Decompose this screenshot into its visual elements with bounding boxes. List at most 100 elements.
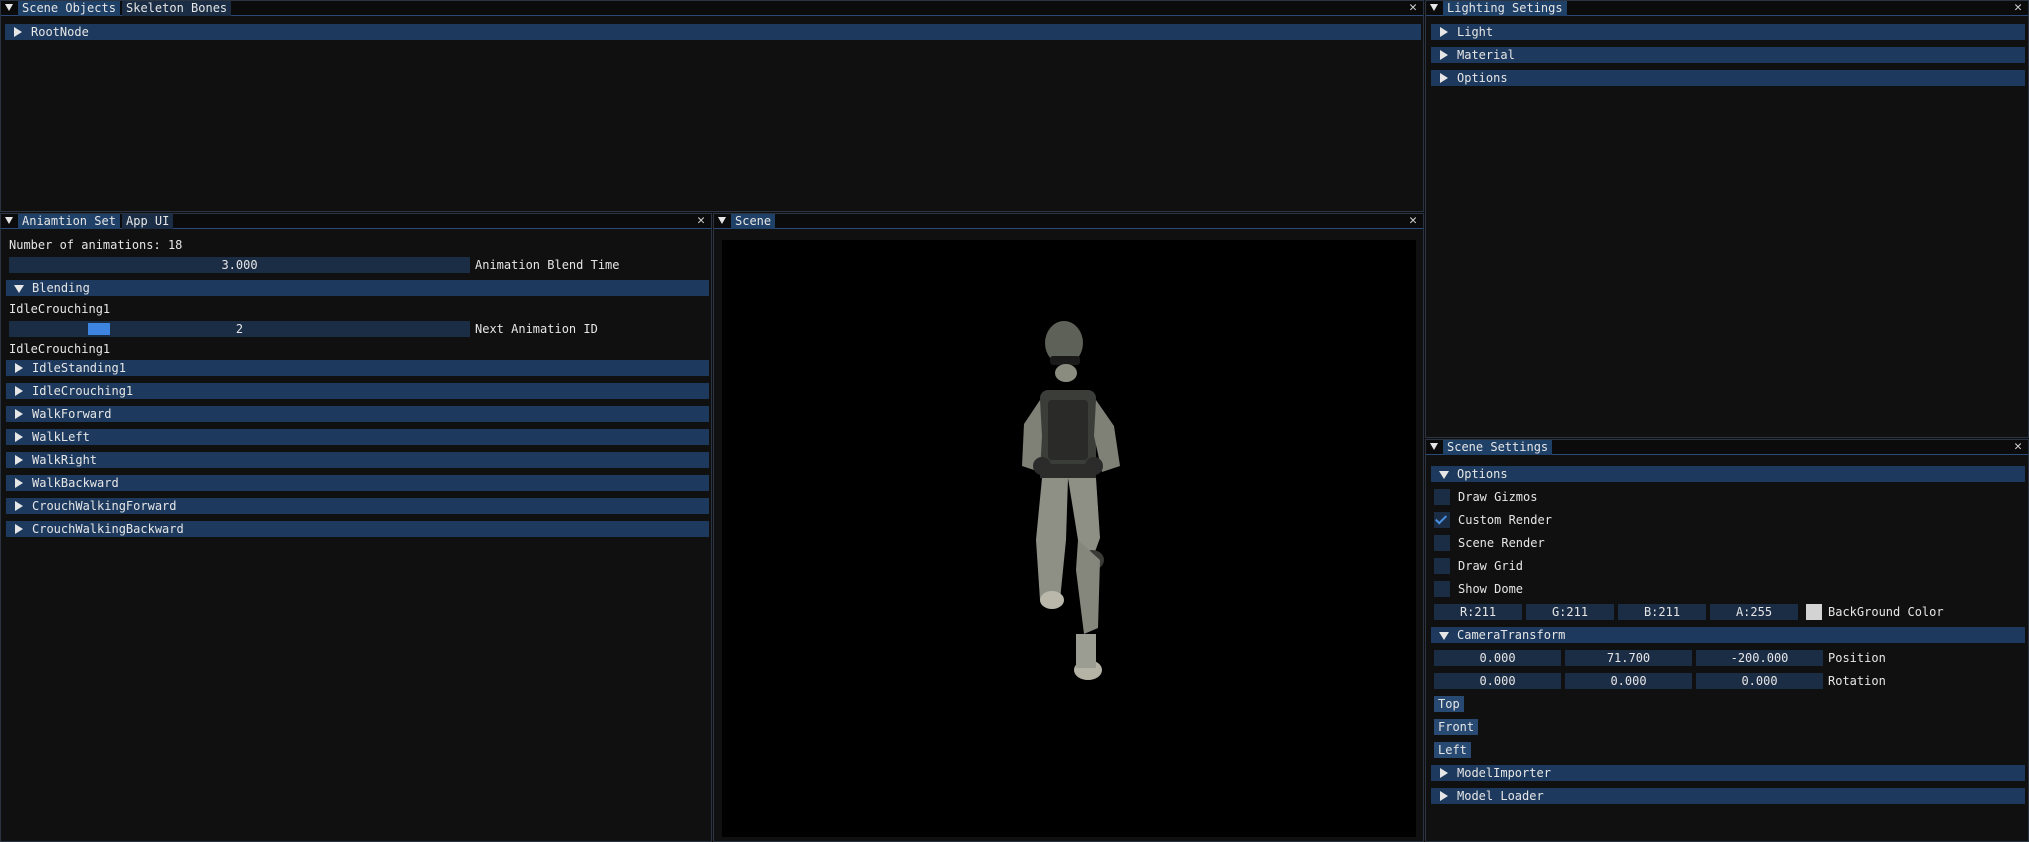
view-left-button[interactable]: Left <box>1434 742 1471 758</box>
collapse-icon[interactable] <box>718 217 726 224</box>
section-options[interactable]: Options <box>1431 70 2025 86</box>
next-animation-id-label: Next Animation ID <box>475 322 598 336</box>
scene-objects-titlebar: Scene Objects Skeleton Bones ✕ <box>1 1 1423 16</box>
animation-item-label: CrouchWalkingBackward <box>32 522 184 536</box>
animation-item[interactable]: WalkLeft <box>6 429 709 445</box>
tree-node-label: RootNode <box>31 25 89 39</box>
rotation-label: Rotation <box>1828 674 1886 688</box>
expand-arrow-icon <box>1440 50 1448 60</box>
tab-skeleton-bones[interactable]: Skeleton Bones <box>122 1 232 16</box>
model-loader-header[interactable]: Model Loader <box>1431 788 2025 804</box>
scene-panel: Scene ✕ <box>713 213 1424 842</box>
blending-label: Blending <box>32 281 90 295</box>
animation-item-label: WalkBackward <box>32 476 119 490</box>
close-icon[interactable]: ✕ <box>697 214 705 229</box>
options-label: Options <box>1457 467 1508 481</box>
expand-arrow-icon <box>15 409 23 419</box>
collapse-arrow-icon <box>1439 471 1449 479</box>
rotation-z-input[interactable]: 0.000 <box>1696 673 1823 689</box>
collapse-icon[interactable] <box>5 4 13 11</box>
scene-settings-titlebar: Scene Settings ✕ <box>1426 440 2028 455</box>
animation-item[interactable]: IdleStanding1 <box>6 360 709 376</box>
close-icon[interactable]: ✕ <box>2014 440 2022 455</box>
collapse-icon[interactable] <box>1430 443 1438 450</box>
animation-item-label: IdleStanding1 <box>32 361 126 375</box>
expand-arrow-icon <box>15 478 23 488</box>
animation-item-label: IdleCrouching1 <box>32 384 134 398</box>
animation-item-label: WalkLeft <box>32 430 90 444</box>
tab-scene[interactable]: Scene <box>731 214 776 229</box>
blend-time-input[interactable]: 3.000 <box>9 257 470 273</box>
animation-item[interactable]: WalkForward <box>6 406 709 422</box>
next-animation-name: IdleCrouching1 <box>9 342 111 356</box>
expand-arrow-icon <box>15 432 23 442</box>
view-front-button[interactable]: Front <box>1434 719 1479 735</box>
camera-transform-header[interactable]: CameraTransform <box>1431 627 2025 643</box>
tab-lighting-settings[interactable]: Lighting Setings <box>1443 1 1567 16</box>
model-loader-label: Model Loader <box>1457 789 1544 803</box>
expand-arrow-icon <box>15 524 23 534</box>
slider-value: 2 <box>235 322 244 336</box>
model-importer-label: ModelImporter <box>1457 766 1551 780</box>
expand-arrow-icon <box>1440 73 1448 83</box>
animation-item-label: WalkForward <box>32 407 112 421</box>
section-light[interactable]: Light <box>1431 24 2025 40</box>
blend-time-label: Animation Blend Time <box>475 258 620 272</box>
options-header[interactable]: Options <box>1431 466 2025 482</box>
expand-arrow-icon <box>1440 791 1448 801</box>
collapse-icon[interactable] <box>1430 4 1438 11</box>
section-material[interactable]: Material <box>1431 47 2025 63</box>
scene-objects-panel: Scene Objects Skeleton Bones ✕ RootNode <box>0 0 1424 212</box>
section-label: Options <box>1457 71 1508 85</box>
tree-node-rootnode[interactable]: RootNode <box>5 24 1421 40</box>
scene-render-checkbox[interactable] <box>1434 535 1450 551</box>
expand-arrow-icon <box>15 363 23 373</box>
close-icon[interactable]: ✕ <box>2014 1 2022 16</box>
scene-render-label: Scene Render <box>1458 536 1545 550</box>
expand-arrow-icon <box>15 455 23 465</box>
expand-arrow-icon <box>15 386 23 396</box>
current-animation-name: IdleCrouching1 <box>9 302 111 316</box>
tab-animation-set[interactable]: Aniamtion Set <box>18 214 120 229</box>
animation-item[interactable]: IdleCrouching1 <box>6 383 709 399</box>
section-label: Light <box>1457 25 1494 39</box>
bg-color-r-input[interactable]: R:211 <box>1434 604 1522 620</box>
collapse-icon[interactable] <box>5 217 13 224</box>
bg-color-swatch[interactable] <box>1806 604 1822 620</box>
tab-app-ui[interactable]: App UI <box>122 214 174 229</box>
scene-viewport[interactable] <box>722 240 1416 837</box>
rotation-y-input[interactable]: 0.000 <box>1565 673 1692 689</box>
close-icon[interactable]: ✕ <box>1409 1 1417 16</box>
tab-scene-settings[interactable]: Scene Settings <box>1443 440 1553 455</box>
animation-item[interactable]: WalkBackward <box>6 475 709 491</box>
scene-titlebar: Scene ✕ <box>714 214 1423 229</box>
draw-gizmos-label: Draw Gizmos <box>1458 490 1538 504</box>
position-z-input[interactable]: -200.000 <box>1696 650 1823 666</box>
next-animation-id-slider[interactable]: 2 <box>9 321 470 337</box>
tab-scene-objects[interactable]: Scene Objects <box>18 1 120 16</box>
show-dome-label: Show Dome <box>1458 582 1524 596</box>
draw-grid-checkbox[interactable] <box>1434 558 1450 574</box>
position-y-input[interactable]: 71.700 <box>1565 650 1692 666</box>
lighting-settings-panel: Lighting Setings ✕ Light Material Option… <box>1425 0 2029 438</box>
draw-gizmos-checkbox[interactable] <box>1434 489 1450 505</box>
position-x-input[interactable]: 0.000 <box>1434 650 1561 666</box>
slider-grab-handle[interactable] <box>88 323 110 335</box>
animation-item[interactable]: CrouchWalkingBackward <box>6 521 709 537</box>
bg-color-g-input[interactable]: G:211 <box>1526 604 1614 620</box>
show-dome-checkbox[interactable] <box>1434 581 1450 597</box>
animation-item[interactable]: WalkRight <box>6 452 709 468</box>
draw-grid-label: Draw Grid <box>1458 559 1524 573</box>
animation-item[interactable]: CrouchWalkingForward <box>6 498 709 514</box>
bg-color-a-input[interactable]: A:255 <box>1710 604 1798 620</box>
rotation-x-input[interactable]: 0.000 <box>1434 673 1561 689</box>
camera-transform-label: CameraTransform <box>1457 628 1566 642</box>
lighting-titlebar: Lighting Setings ✕ <box>1426 1 2028 16</box>
view-top-button[interactable]: Top <box>1434 696 1464 712</box>
bg-color-label: BackGround Color <box>1828 605 1944 619</box>
custom-render-checkbox[interactable] <box>1434 512 1450 528</box>
blending-header[interactable]: Blending <box>6 280 709 296</box>
close-icon[interactable]: ✕ <box>1409 214 1417 229</box>
bg-color-b-input[interactable]: B:211 <box>1618 604 1706 620</box>
model-importer-header[interactable]: ModelImporter <box>1431 765 2025 781</box>
